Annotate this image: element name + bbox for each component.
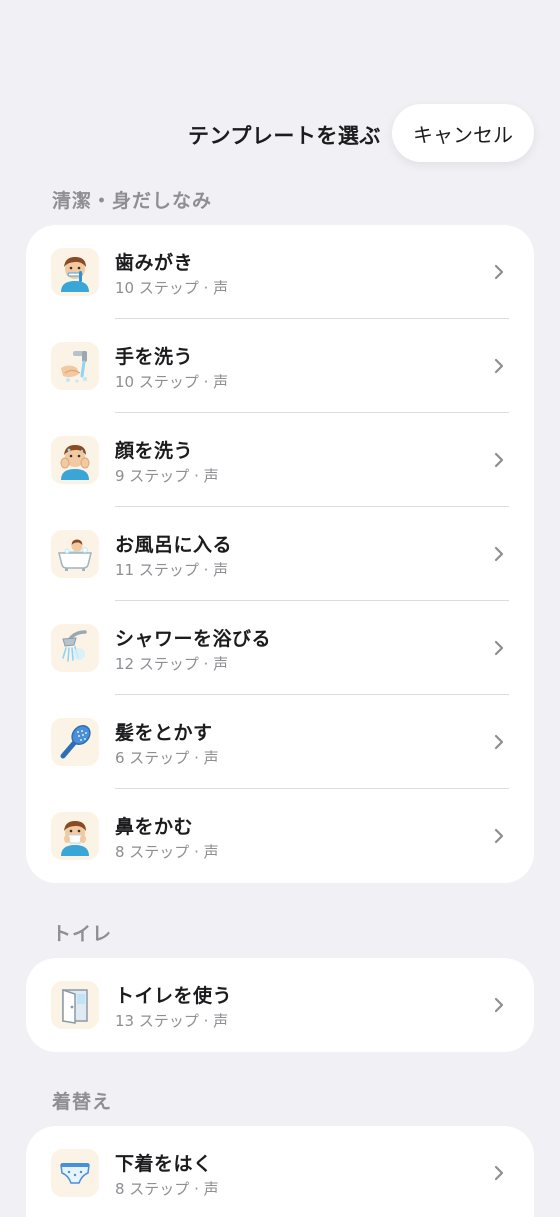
template-row-take-shower[interactable]: シャワーを浴びる 12 ステップ · 声 xyxy=(26,601,534,695)
chevron-right-icon xyxy=(494,640,504,656)
chevron-right-icon xyxy=(494,828,504,844)
section-header-hygiene: 清潔・身だしなみ xyxy=(52,190,213,212)
template-subtitle: 10 ステップ · 声 xyxy=(115,373,229,391)
hand-washing-icon xyxy=(51,342,99,390)
template-row-wash-face[interactable]: 顔を洗う 9 ステップ · 声 xyxy=(26,413,534,507)
section-card-toilet: トイレを使う 13 ステップ · 声 xyxy=(26,958,534,1052)
boy-washing-face-icon xyxy=(51,436,99,484)
template-subtitle: 9 ステップ · 声 xyxy=(115,467,219,485)
template-row-blow-nose[interactable]: 鼻をかむ 8 ステップ · 声 xyxy=(26,789,534,883)
template-subtitle: 6 ステップ · 声 xyxy=(115,749,219,767)
shower-head-icon xyxy=(51,624,99,672)
template-title: 髪をとかす xyxy=(115,722,213,744)
template-subtitle: 8 ステップ · 声 xyxy=(115,1180,219,1198)
template-row-take-bath[interactable]: お風呂に入る 11 ステップ · 声 xyxy=(26,507,534,601)
chevron-right-icon xyxy=(494,264,504,280)
template-subtitle: 13 ステップ · 声 xyxy=(115,1012,229,1030)
chevron-right-icon xyxy=(494,452,504,468)
chevron-right-icon xyxy=(494,546,504,562)
template-row-wash-hands[interactable]: 手を洗う 10 ステップ · 声 xyxy=(26,319,534,413)
template-title: 顔を洗う xyxy=(115,440,194,462)
toilet-door-icon xyxy=(51,981,99,1029)
cancel-button[interactable]: キャンセル xyxy=(392,104,534,162)
template-picker-screen: テンプレートを選ぶ キャンセル 清潔・身だしなみ 歯みがき 10 ステップ · … xyxy=(0,0,560,1217)
chevron-right-icon xyxy=(494,1165,504,1181)
template-subtitle: 12 ステップ · 声 xyxy=(115,655,229,673)
template-subtitle: 10 ステップ · 声 xyxy=(115,279,229,297)
section-card-dressing: 下着をはく 8 ステップ · 声 xyxy=(26,1126,534,1217)
template-title: トイレを使う xyxy=(115,985,233,1007)
template-subtitle: 11 ステップ · 声 xyxy=(115,561,229,579)
template-row-brush-teeth[interactable]: 歯みがき 10 ステップ · 声 xyxy=(26,225,534,319)
template-subtitle: 8 ステップ · 声 xyxy=(115,843,219,861)
template-title: 鼻をかむ xyxy=(115,816,194,838)
section-header-dressing: 着替え xyxy=(52,1091,113,1113)
header: テンプレートを選ぶ キャンセル xyxy=(0,104,560,162)
underwear-icon xyxy=(51,1149,99,1197)
chevron-right-icon xyxy=(494,997,504,1013)
template-title: 手を洗う xyxy=(115,346,194,368)
bathtub-icon xyxy=(51,530,99,578)
template-title: お風呂に入る xyxy=(115,534,233,556)
chevron-right-icon xyxy=(494,358,504,374)
hairbrush-icon xyxy=(51,718,99,766)
template-title: 下着をはく xyxy=(115,1153,213,1175)
page-title: テンプレートを選ぶ xyxy=(188,124,381,148)
template-title: シャワーを浴びる xyxy=(115,628,272,650)
template-row-comb-hair[interactable]: 髪をとかす 6 ステップ · 声 xyxy=(26,695,534,789)
section-header-toilet: トイレ xyxy=(52,923,113,945)
boy-brushing-teeth-icon xyxy=(51,248,99,296)
chevron-right-icon xyxy=(494,734,504,750)
section-card-hygiene: 歯みがき 10 ステップ · 声 手を洗う 10 ステップ · 声 顔を洗う 9… xyxy=(26,225,534,883)
boy-blowing-nose-icon xyxy=(51,812,99,860)
template-row-use-toilet[interactable]: トイレを使う 13 ステップ · 声 xyxy=(26,958,534,1052)
template-title: 歯みがき xyxy=(115,252,194,274)
template-row-put-on-underwear[interactable]: 下着をはく 8 ステップ · 声 xyxy=(26,1126,534,1217)
